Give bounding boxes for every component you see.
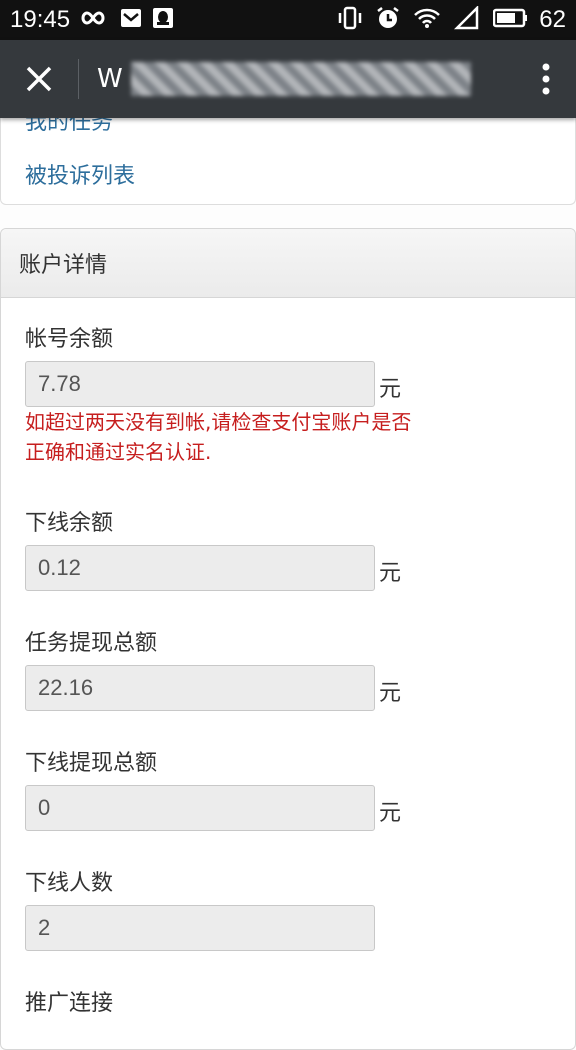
infinity-icon bbox=[80, 8, 110, 32]
battery-level: 62 bbox=[539, 6, 566, 33]
status-bar: 19:45 62 bbox=[0, 0, 576, 40]
task-withdrawal-total-field[interactable]: 22.16 bbox=[25, 665, 375, 711]
task-withdrawal-total-unit: 元 bbox=[379, 681, 402, 706]
nav-divider bbox=[78, 59, 79, 99]
complaint-list-link[interactable]: 被投诉列表 bbox=[25, 158, 135, 190]
task-withdrawal-total-label: 任务提现总额 bbox=[25, 631, 158, 656]
account-balance-label: 帐号余额 bbox=[25, 327, 114, 352]
downline-balance-field[interactable]: 0.12 bbox=[25, 545, 375, 591]
wifi-icon bbox=[413, 7, 441, 33]
page-title-initial: W bbox=[97, 64, 123, 94]
close-icon bbox=[26, 66, 52, 92]
downline-withdrawal-total-field[interactable]: 0 bbox=[25, 785, 375, 831]
vibrate-icon bbox=[337, 6, 363, 34]
page-title: W bbox=[97, 62, 471, 96]
mail-icon bbox=[120, 7, 142, 33]
page-title-redacted bbox=[130, 62, 471, 96]
downline-count-label: 下线人数 bbox=[25, 871, 114, 896]
downline-balance-label: 下线余额 bbox=[25, 511, 114, 536]
top-nav-bar: W bbox=[0, 40, 576, 118]
signal-icon bbox=[453, 4, 481, 34]
account-balance-unit: 元 bbox=[379, 377, 402, 402]
more-vertical-icon bbox=[542, 63, 550, 95]
downline-balance-unit: 元 bbox=[379, 561, 402, 586]
alarm-icon bbox=[375, 5, 401, 35]
downline-withdrawal-total-label: 下线提现总额 bbox=[25, 751, 158, 776]
panel-heading: 账户详情 bbox=[1, 229, 575, 298]
more-menu-button[interactable] bbox=[516, 62, 576, 96]
downline-withdrawal-total-unit: 元 bbox=[379, 801, 402, 826]
payment-warning: 如超过两天没有到帐,请检查支付宝账户是否正确和通过实名认证. bbox=[25, 410, 412, 464]
account-details-panel: 账户详情 帐号余额 7.78 元 如超过两天没有到帐,请检查支付宝账户是否正确和… bbox=[0, 228, 576, 1050]
downline-count-field[interactable]: 2 bbox=[25, 905, 375, 951]
qq-icon bbox=[152, 7, 174, 33]
promotion-link-label: 推广连接 bbox=[25, 991, 114, 1016]
status-time: 19:45 bbox=[10, 6, 71, 33]
account-balance-field[interactable]: 7.78 bbox=[25, 361, 375, 407]
close-button[interactable] bbox=[0, 40, 78, 118]
battery-icon bbox=[493, 8, 528, 32]
